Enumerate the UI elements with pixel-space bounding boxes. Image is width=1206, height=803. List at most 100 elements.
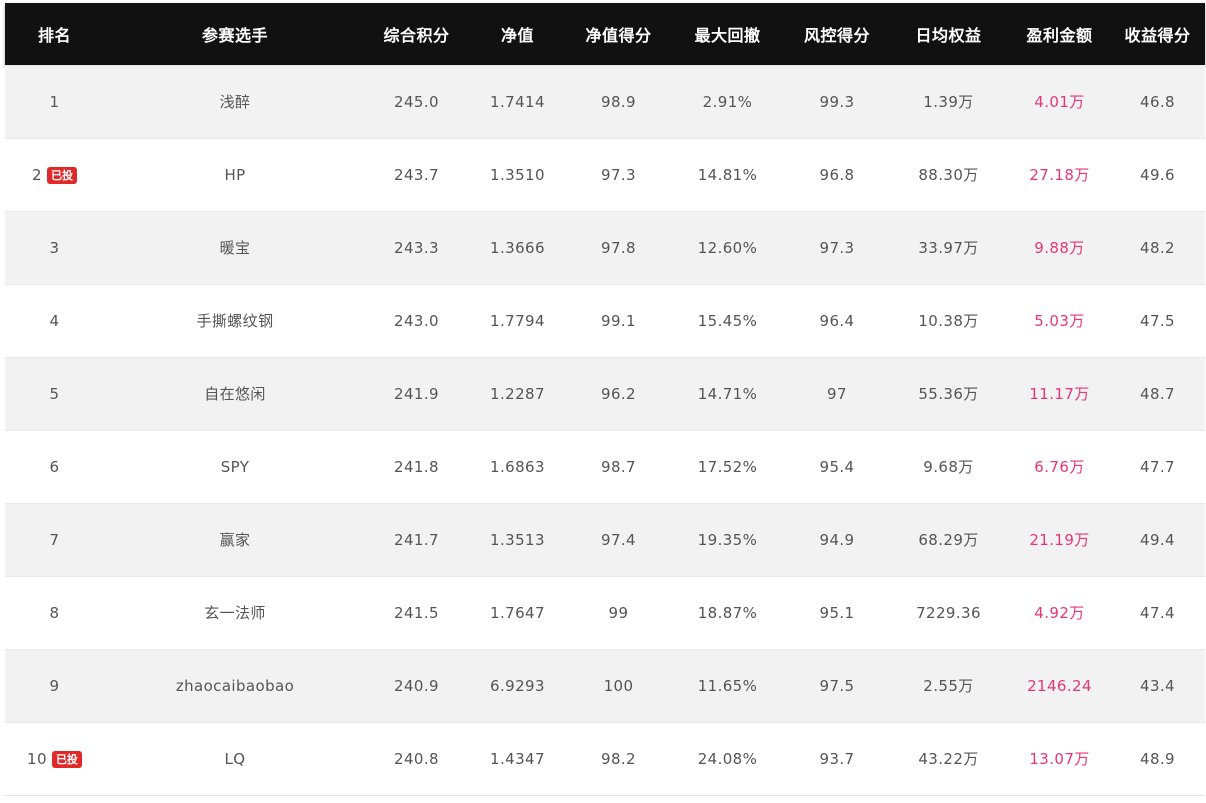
table-row[interactable]: 4 手撕螺纹钢 243.0 1.7794 99.1 15.45% 96.4 10.38万 5.0… [5, 284, 1205, 357]
daily-avg-equity: 33.97万 [918, 239, 979, 257]
total-score: 241.9 [394, 384, 439, 403]
max-drawdown: 14.71% [697, 384, 758, 403]
ranking-table-container: 排名 参赛选手 综合积分 净值 净值得分 最大回撤 风控得分 日均权益 盈利金额… [5, 3, 1205, 796]
risk-score: 97.5 [819, 676, 855, 695]
table-body: 1 浅醉 245.0 1.7414 98.9 2.91% 99.3 1.39万 4.01万 46.… [5, 65, 1205, 795]
net-value-score: 99 [608, 603, 629, 622]
net-value-score: 100 [603, 676, 634, 695]
player-name[interactable]: zhaocaibaobao [104, 649, 366, 722]
profit-amount: 6.76万 [1034, 458, 1085, 476]
return-score: 47.4 [1140, 603, 1175, 622]
rank-cell: 3 [5, 211, 104, 284]
daily-avg-equity: 10.38万 [918, 312, 979, 330]
daily-avg-equity: 7229.36 [916, 603, 981, 622]
player-name[interactable]: SPY [104, 430, 366, 503]
rank-number: 2 [32, 165, 42, 184]
table-row[interactable]: 9 zhaocaibaobao 240.9 6.9293 100 11.65% 97.5 2.… [5, 649, 1205, 722]
max-drawdown: 18.87% [697, 603, 758, 622]
risk-score: 99.3 [819, 92, 855, 111]
max-drawdown: 17.52% [697, 457, 758, 476]
player-name[interactable]: LQ [104, 722, 366, 795]
header-risk-score[interactable]: 风控得分 [786, 3, 888, 65]
profit-amount: 9.88万 [1034, 239, 1085, 257]
table-row[interactable]: 1 浅醉 245.0 1.7414 98.9 2.91% 99.3 1.39万 4.01万 46.… [5, 65, 1205, 138]
total-score: 241.5 [394, 603, 439, 622]
risk-score: 95.4 [819, 457, 855, 476]
net-value-score: 97.4 [601, 530, 636, 549]
player-name[interactable]: 赢家 [104, 503, 366, 576]
profit-amount: 4.92万 [1034, 604, 1085, 622]
header-profit[interactable]: 盈利金额 [1009, 3, 1110, 65]
daily-avg-equity: 43.22万 [918, 750, 979, 769]
player-name[interactable]: HP [104, 138, 366, 211]
header-nav-score[interactable]: 净值得分 [568, 3, 669, 65]
return-score: 48.7 [1140, 384, 1175, 403]
ranking-table: 排名 参赛选手 综合积分 净值 净值得分 最大回撤 风控得分 日均权益 盈利金额… [5, 3, 1205, 795]
total-score: 240.8 [394, 749, 439, 768]
player-name[interactable]: 手撕螺纹钢 [104, 284, 366, 357]
daily-avg-equity: 55.36万 [918, 385, 979, 403]
risk-score: 97.3 [819, 238, 855, 257]
header-return-score[interactable]: 收益得分 [1110, 3, 1205, 65]
profit-amount: 27.18万 [1029, 166, 1090, 184]
table-row[interactable]: 10 已投 LQ 240.8 1.4347 98.2 24.08% 93.7 43.22万 13.… [5, 722, 1205, 795]
net-value-score: 96.2 [601, 384, 636, 403]
net-value: 1.2287 [490, 384, 545, 403]
profit-amount: 11.17万 [1029, 385, 1090, 403]
max-drawdown: 14.81% [697, 165, 758, 184]
table-row[interactable]: 2 已投 HP 243.7 1.3510 97.3 14.81% 96.8 88.30万 27.1… [5, 138, 1205, 211]
rank-number: 9 [49, 676, 60, 695]
rank-number: 1 [49, 92, 60, 111]
header-score[interactable]: 综合积分 [366, 3, 467, 65]
rank-cell: 10 已投 [5, 722, 104, 795]
daily-avg-equity: 1.39万 [923, 93, 974, 111]
daily-avg-equity: 2.55万 [923, 677, 974, 695]
return-score: 49.4 [1140, 530, 1175, 549]
rank-number: 5 [49, 384, 60, 403]
daily-avg-equity: 68.29万 [918, 531, 979, 549]
profit-amount: 21.19万 [1029, 531, 1090, 549]
rank-cell: 4 [5, 284, 104, 357]
player-name[interactable]: 浅醉 [104, 65, 366, 138]
total-score: 241.8 [394, 457, 439, 476]
return-score: 46.8 [1140, 92, 1175, 111]
return-score: 43.4 [1140, 676, 1175, 695]
header-max-drawdown[interactable]: 最大回撤 [669, 3, 786, 65]
table-header: 排名 参赛选手 综合积分 净值 净值得分 最大回撤 风控得分 日均权益 盈利金额… [5, 3, 1205, 65]
rank-number: 7 [49, 530, 60, 549]
player-name[interactable]: 自在悠闲 [104, 357, 366, 430]
rank-cell: 1 [5, 65, 104, 138]
risk-score: 97 [827, 384, 847, 403]
table-row[interactable]: 3 暖宝 243.3 1.3666 97.8 12.60% 97.3 33.97万 9.88万 4… [5, 211, 1205, 284]
rank-number: 3 [49, 238, 60, 257]
table-row[interactable]: 8 玄一法师 241.5 1.7647 99 18.87% 95.1 7229.36 4.92万… [5, 576, 1205, 649]
header-rank[interactable]: 排名 [5, 3, 104, 65]
net-value-score: 97.3 [601, 165, 636, 184]
return-score: 47.7 [1140, 457, 1175, 476]
risk-score: 96.4 [819, 311, 855, 330]
net-value-score: 98.9 [601, 92, 636, 111]
return-score: 49.6 [1140, 165, 1175, 184]
rank-cell: 2 已投 [5, 138, 104, 211]
net-value: 1.7794 [490, 311, 545, 330]
rank-number: 8 [49, 603, 60, 622]
rank-number: 10 [27, 749, 47, 768]
max-drawdown: 15.45% [697, 311, 758, 330]
header-avg-equity[interactable]: 日均权益 [888, 3, 1009, 65]
rank-cell: 8 [5, 576, 104, 649]
net-value-score: 98.2 [601, 749, 636, 768]
invested-badge: 已投 [51, 750, 82, 768]
table-row[interactable]: 7 赢家 241.7 1.3513 97.4 19.35% 94.9 68.29万 21.19万… [5, 503, 1205, 576]
rank-cell: 5 [5, 357, 104, 430]
table-row[interactable]: 6 SPY 241.8 1.6863 98.7 17.52% 95.4 9.68万 6.76万 4… [5, 430, 1205, 503]
net-value: 6.9293 [490, 676, 545, 695]
player-name[interactable]: 玄一法师 [104, 576, 366, 649]
header-nav[interactable]: 净值 [467, 3, 568, 65]
risk-score: 96.8 [819, 165, 855, 184]
player-name[interactable]: 暖宝 [104, 211, 366, 284]
table-row[interactable]: 5 自在悠闲 241.9 1.2287 96.2 14.71% 97 55.36万 11.17万… [5, 357, 1205, 430]
net-value: 1.6863 [490, 457, 545, 476]
net-value: 1.3666 [490, 238, 545, 257]
return-score: 47.5 [1140, 311, 1175, 330]
header-player[interactable]: 参赛选手 [104, 3, 366, 65]
